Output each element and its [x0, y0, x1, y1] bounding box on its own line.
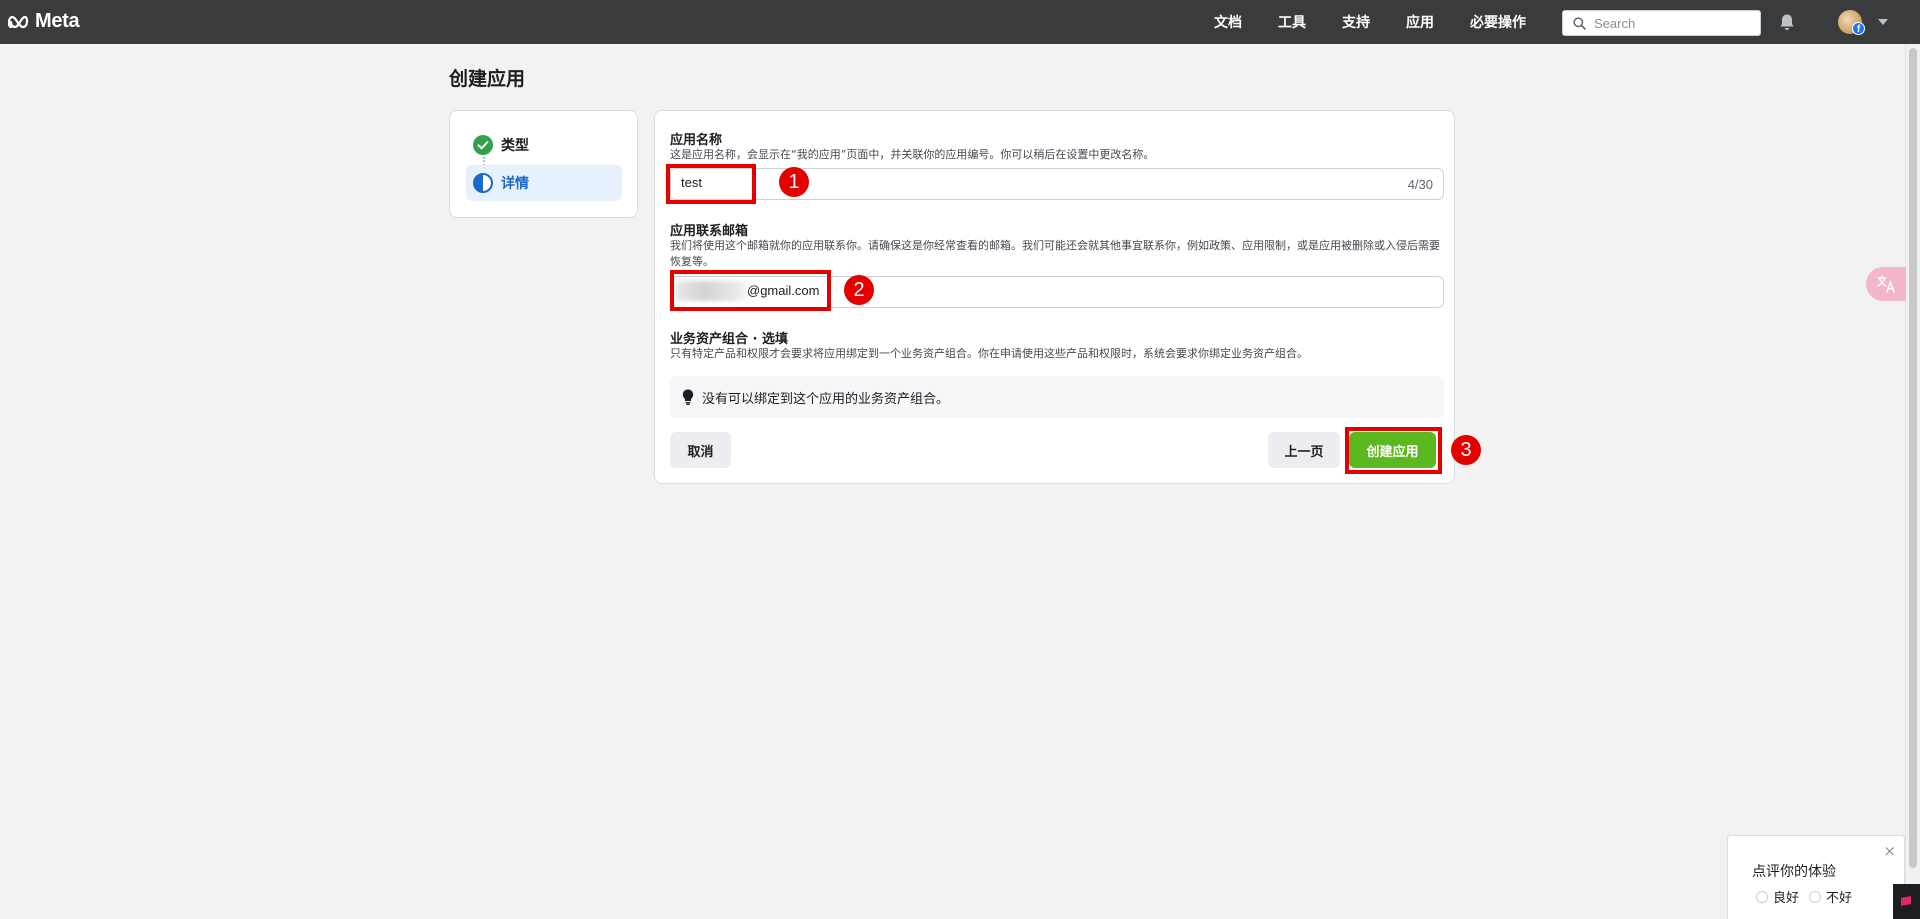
top-navigation-bar: Meta 文档 工具 支持 应用 必要操作 f [0, 0, 1920, 44]
step-label-type: 类型 [501, 138, 529, 154]
translate-icon [1877, 275, 1895, 293]
feedback-widget: × 点评你的体验 良好 不好 [1727, 835, 1905, 919]
feedback-option-good-label: 良好 [1773, 891, 1800, 906]
close-icon[interactable]: × [1883, 842, 1896, 860]
step-type[interactable]: 类型 [466, 127, 622, 163]
page-title: 创建应用 [449, 68, 526, 90]
nav-item-tools[interactable]: 工具 [1278, 12, 1306, 32]
step-details[interactable]: 详情 [466, 165, 622, 201]
feedback-option-bad[interactable]: 不好 [1809, 887, 1852, 906]
nav-item-support[interactable]: 支持 [1342, 12, 1370, 32]
vertical-scrollbar[interactable] [1905, 44, 1920, 919]
nav-item-docs[interactable]: 文档 [1214, 12, 1242, 32]
feedback-title: 点评你的体验 [1752, 864, 1836, 880]
app-name-description: 这是应用名称，会显示在“我的应用”页面中，并关联你的应用编号。你可以稍后在设置中… [670, 148, 1155, 161]
meta-logo[interactable]: Meta [8, 10, 80, 33]
annotation-box-email [670, 270, 831, 311]
app-name-char-counter: 4/30 [1407, 177, 1433, 192]
nav-item-apps[interactable]: 应用 [1406, 12, 1434, 32]
annotation-marker-2: 2 [844, 275, 874, 305]
check-circle-icon [473, 135, 493, 155]
nav-item-required-actions[interactable]: 必要操作 [1470, 12, 1526, 32]
business-portfolio-description: 只有特定产品和权限才会要求将应用绑定到一个业务资产组合。你在申请使用这些产品和权… [670, 347, 1308, 360]
notification-bell-icon[interactable] [1778, 13, 1796, 31]
nav-menu: 文档 工具 支持 应用 必要操作 [1214, 0, 1526, 44]
corner-flag-icon[interactable] [1893, 884, 1920, 919]
cancel-button[interactable]: 取消 [670, 432, 731, 468]
half-circle-progress-icon [473, 173, 493, 193]
annotation-marker-1: 1 [779, 167, 809, 197]
meta-logo-text: Meta [35, 10, 80, 32]
business-portfolio-notice-text: 没有可以绑定到这个应用的业务资产组合。 [702, 391, 950, 407]
translate-widget[interactable] [1866, 267, 1906, 301]
annotation-box-app-name [666, 164, 756, 204]
scrollbar-thumb[interactable] [1909, 48, 1917, 868]
annotation-marker-3: 3 [1451, 435, 1481, 465]
previous-page-button[interactable]: 上一页 [1268, 432, 1340, 468]
feedback-option-bad-label: 不好 [1826, 891, 1853, 906]
feedback-options: 良好 不好 [1756, 887, 1852, 906]
lightbulb-icon [682, 389, 694, 405]
search-input[interactable] [1594, 15, 1754, 31]
search-icon [1573, 16, 1586, 30]
contact-email-description: 我们将使用这个邮箱就你的应用联系你。请确保这是你经常查看的邮箱。我们可能还会就其… [670, 239, 1440, 268]
search-box [1562, 10, 1761, 36]
meta-infinity-icon [8, 15, 29, 28]
account-menu-caret-icon[interactable] [1878, 19, 1888, 25]
feedback-option-good[interactable]: 良好 [1756, 887, 1799, 906]
steps-card: 类型 详情 [449, 110, 638, 218]
app-name-input[interactable] [681, 175, 1281, 190]
contact-email-label: 应用联系邮箱 [670, 224, 749, 239]
step-label-details: 详情 [501, 176, 529, 192]
business-portfolio-label: 业务资产组合 · 选填 [670, 332, 788, 347]
radio-good[interactable] [1756, 890, 1768, 903]
radio-bad[interactable] [1809, 890, 1822, 903]
facebook-badge-icon: f [1852, 22, 1865, 35]
annotation-box-create-app [1345, 427, 1442, 474]
app-name-label: 应用名称 [670, 133, 723, 148]
business-portfolio-notice: 没有可以绑定到这个应用的业务资产组合。 [670, 376, 1444, 418]
contact-email-input[interactable] [747, 283, 1347, 298]
